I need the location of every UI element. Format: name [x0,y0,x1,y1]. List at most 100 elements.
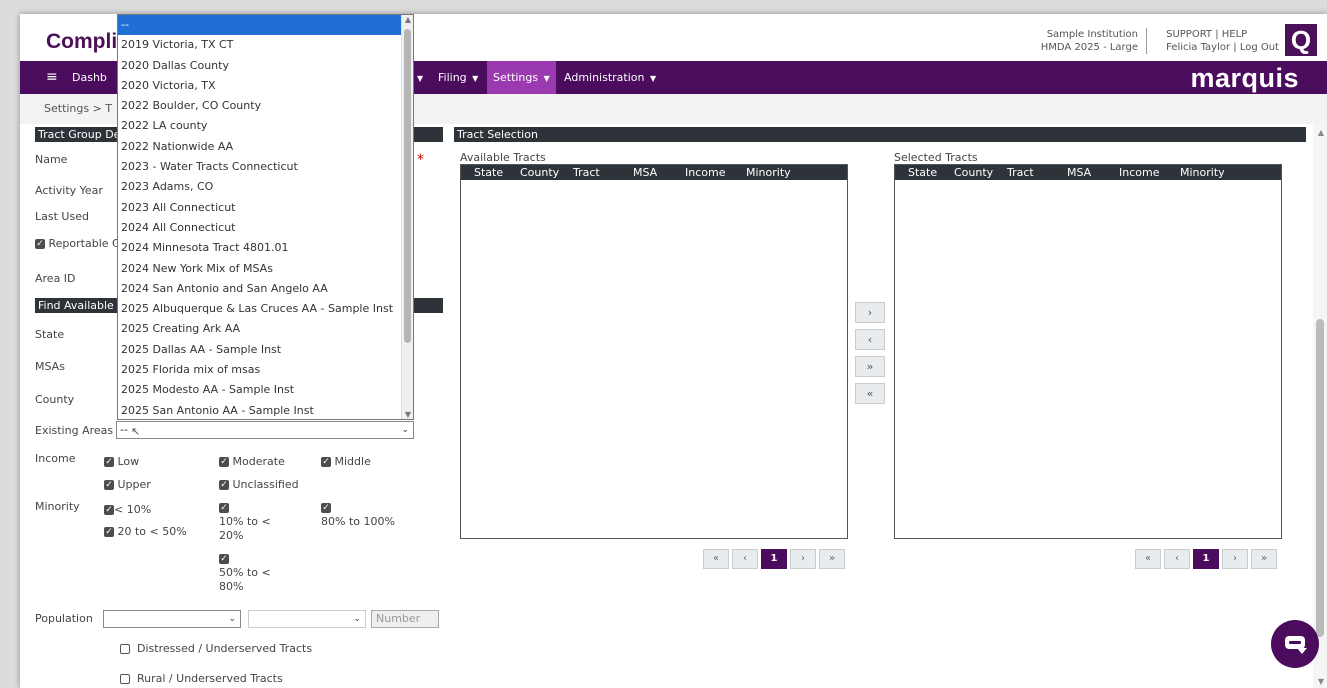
check-icon: ✓ [35,239,45,249]
dropdown-scrollbar[interactable]: ▲ ▼ [401,15,413,419]
dropdown-option[interactable]: 2020 Victoria, TX [118,76,413,96]
chevron-down-icon: ▼ [650,74,657,83]
current-page[interactable]: 1 [761,549,787,569]
dropdown-option[interactable]: 2023 Adams, CO [118,177,413,197]
q-logo-icon: Q [1285,24,1317,56]
nav-dashboard[interactable]: Dashb [72,61,107,94]
scroll-up-icon[interactable]: ▲ [1318,128,1324,137]
dropdown-option[interactable]: 2022 Boulder, CO County [118,96,413,116]
next-page-button[interactable]: › [790,549,816,569]
support-help-link[interactable]: SUPPORT | HELP [1166,28,1279,41]
column-header[interactable]: MSA [1067,165,1091,180]
dropdown-option[interactable]: 2024 San Antonio and San Angelo AA [118,279,413,299]
nav-settings[interactable]: Settings ▼ [487,61,556,94]
existing-areas-select[interactable]: -- ↖ ⌄ [116,421,414,439]
column-header[interactable]: State [474,165,503,180]
column-header[interactable]: County [520,165,559,180]
nav-filing-label: Filing [438,71,467,84]
option-label: Moderate [232,455,285,468]
dropdown-option[interactable]: 2022 Nationwide AA [118,137,413,157]
checkbox-icon [120,644,130,654]
minority-50-80-checkbox[interactable]: ✓ 50% to < 80% [219,552,271,594]
dropdown-option[interactable]: 2019 Victoria, TX CT [118,35,413,55]
dropdown-option[interactable]: 2025 Dallas AA - Sample Inst [118,340,413,360]
income-moderate-checkbox[interactable]: ✓ Moderate [219,455,285,469]
prev-page-button[interactable]: ‹ [732,549,758,569]
last-page-button[interactable]: » [819,549,845,569]
column-header[interactable]: Tract [573,165,600,180]
column-header[interactable]: MSA [633,165,657,180]
column-header[interactable]: State [908,165,937,180]
dropdown-option[interactable]: 2024 All Connecticut [118,218,413,238]
income-middle-checkbox[interactable]: ✓ Middle [321,455,371,469]
chat-button[interactable] [1271,620,1319,668]
brand-logo[interactable]: Compli [46,30,117,54]
column-header[interactable]: Minority [746,165,791,180]
nav-administration-label: Administration [564,71,645,84]
dropdown-option[interactable]: 2023 - Water Tracts Connecticut [118,157,413,177]
last-page-button[interactable]: » [1251,549,1277,569]
prev-page-button[interactable]: ‹ [1164,549,1190,569]
minority-lt10-checkbox[interactable]: ✓< 10% [104,503,151,517]
dropdown-option[interactable]: 2025 Florida mix of msas [118,360,413,380]
msas-label: MSAs [35,360,65,373]
page-scrollbar[interactable]: ▲ ▼ [1313,124,1327,688]
nav-hidden-caret[interactable]: ▼ [415,61,423,94]
menu-icon[interactable]: ≡ [46,61,58,94]
move-right-button[interactable]: › [855,302,885,323]
column-header[interactable]: Income [685,165,725,180]
dropdown-option[interactable]: 2024 New York Mix of MSAs [118,259,413,279]
dropdown-option[interactable]: 2025 San Antonio AA - Sample Inst [118,401,413,419]
dropdown-option[interactable]: 2024 Minnesota Tract 4801.01 [118,238,413,258]
nav-filing[interactable]: Filing ▼ [438,61,478,94]
rural-checkbox[interactable]: Rural / Underserved Tracts [120,672,283,686]
first-page-button[interactable]: « [703,549,729,569]
dropdown-option[interactable]: -- [118,15,413,36]
income-low-checkbox[interactable]: ✓ Low [104,455,139,469]
first-page-button[interactable]: « [1135,549,1161,569]
minority-80-100-checkbox[interactable]: ✓ 80% to 100% [321,501,395,529]
selected-tracts-table[interactable]: State County Tract MSA Income Minority [894,164,1282,539]
user-logout-link[interactable]: Felicia Taylor | Log Out [1166,41,1279,54]
name-label: Name [35,153,68,166]
reportable-checkbox[interactable]: ✓ Reportable C [35,237,120,250]
dropdown-option[interactable]: 2025 Creating Ark AA [118,319,413,339]
check-icon: ✓ [219,457,229,467]
minority-20-50-checkbox[interactable]: ✓ 20 to < 50% [104,525,187,539]
institution-info[interactable]: Sample Institution HMDA 2025 - Large [1041,28,1147,54]
income-unclassified-checkbox[interactable]: ✓ Unclassified [219,478,299,492]
existing-areas-dropdown-list[interactable]: -- 2019 Victoria, TX CT 2020 Dallas Coun… [117,14,414,420]
scroll-down-icon[interactable]: ▼ [405,410,411,419]
column-header[interactable]: Minority [1180,165,1225,180]
option-label: Upper [117,478,151,491]
next-page-button[interactable]: › [1222,549,1248,569]
dropdown-option[interactable]: 2020 Dallas County [118,56,413,76]
column-header[interactable]: County [954,165,993,180]
page-scroll-thumb[interactable] [1316,319,1324,637]
existing-areas-label: Existing Areas [35,424,114,437]
current-page[interactable]: 1 [1193,549,1219,569]
dropdown-option[interactable]: 2023 All Connecticut [118,198,413,218]
dropdown-scroll-thumb[interactable] [404,29,411,343]
chevron-down-icon: ⌄ [228,614,236,624]
selected-tracts-header-row: State County Tract MSA Income Minority [895,165,1281,180]
minority-10-20-checkbox[interactable]: ✓ 10% to < 20% [219,501,271,543]
available-tracts-table[interactable]: State County Tract MSA Income Minority [460,164,848,539]
scroll-up-icon[interactable]: ▲ [405,15,411,24]
population-number-input[interactable]: Number [371,610,439,628]
column-header[interactable]: Income [1119,165,1159,180]
column-header[interactable]: Tract [1007,165,1034,180]
option-label: Unclassified [232,478,299,491]
move-all-left-button[interactable]: « [855,383,885,404]
move-left-button[interactable]: ‹ [855,329,885,350]
population-type-select[interactable]: ⌄ [248,610,366,628]
distressed-checkbox[interactable]: Distressed / Underserved Tracts [120,642,312,656]
nav-administration[interactable]: Administration ▼ [564,61,656,94]
population-operator-select[interactable]: ⌄ [103,610,241,628]
income-upper-checkbox[interactable]: ✓ Upper [104,478,151,492]
move-all-right-button[interactable]: » [855,356,885,377]
dropdown-option[interactable]: 2025 Modesto AA - Sample Inst [118,380,413,400]
dropdown-option[interactable]: 2022 LA county [118,116,413,136]
scroll-down-icon[interactable]: ▼ [1318,677,1324,686]
dropdown-option[interactable]: 2025 Albuquerque & Las Cruces AA - Sampl… [118,299,413,319]
